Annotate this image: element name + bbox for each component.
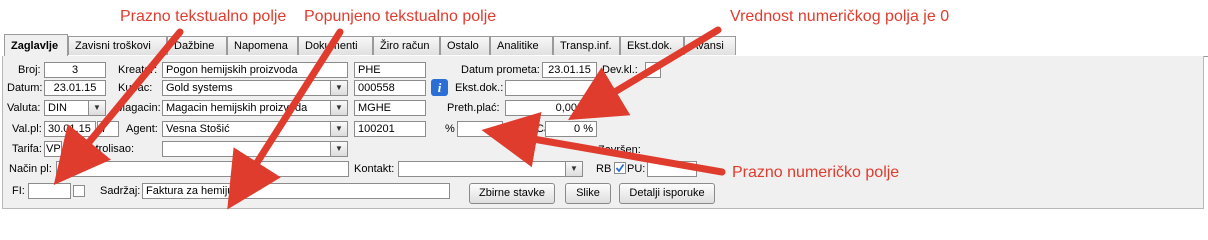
arrow-numeric-zero	[567, 26, 722, 121]
arrow-empty-numeric	[481, 112, 726, 176]
arrow-filled-text	[227, 28, 344, 210]
annotation-arrows	[53, 26, 726, 210]
tab-zaglavlje[interactable]: Zaglavlje	[4, 34, 68, 56]
arrow-empty-text	[53, 28, 184, 185]
